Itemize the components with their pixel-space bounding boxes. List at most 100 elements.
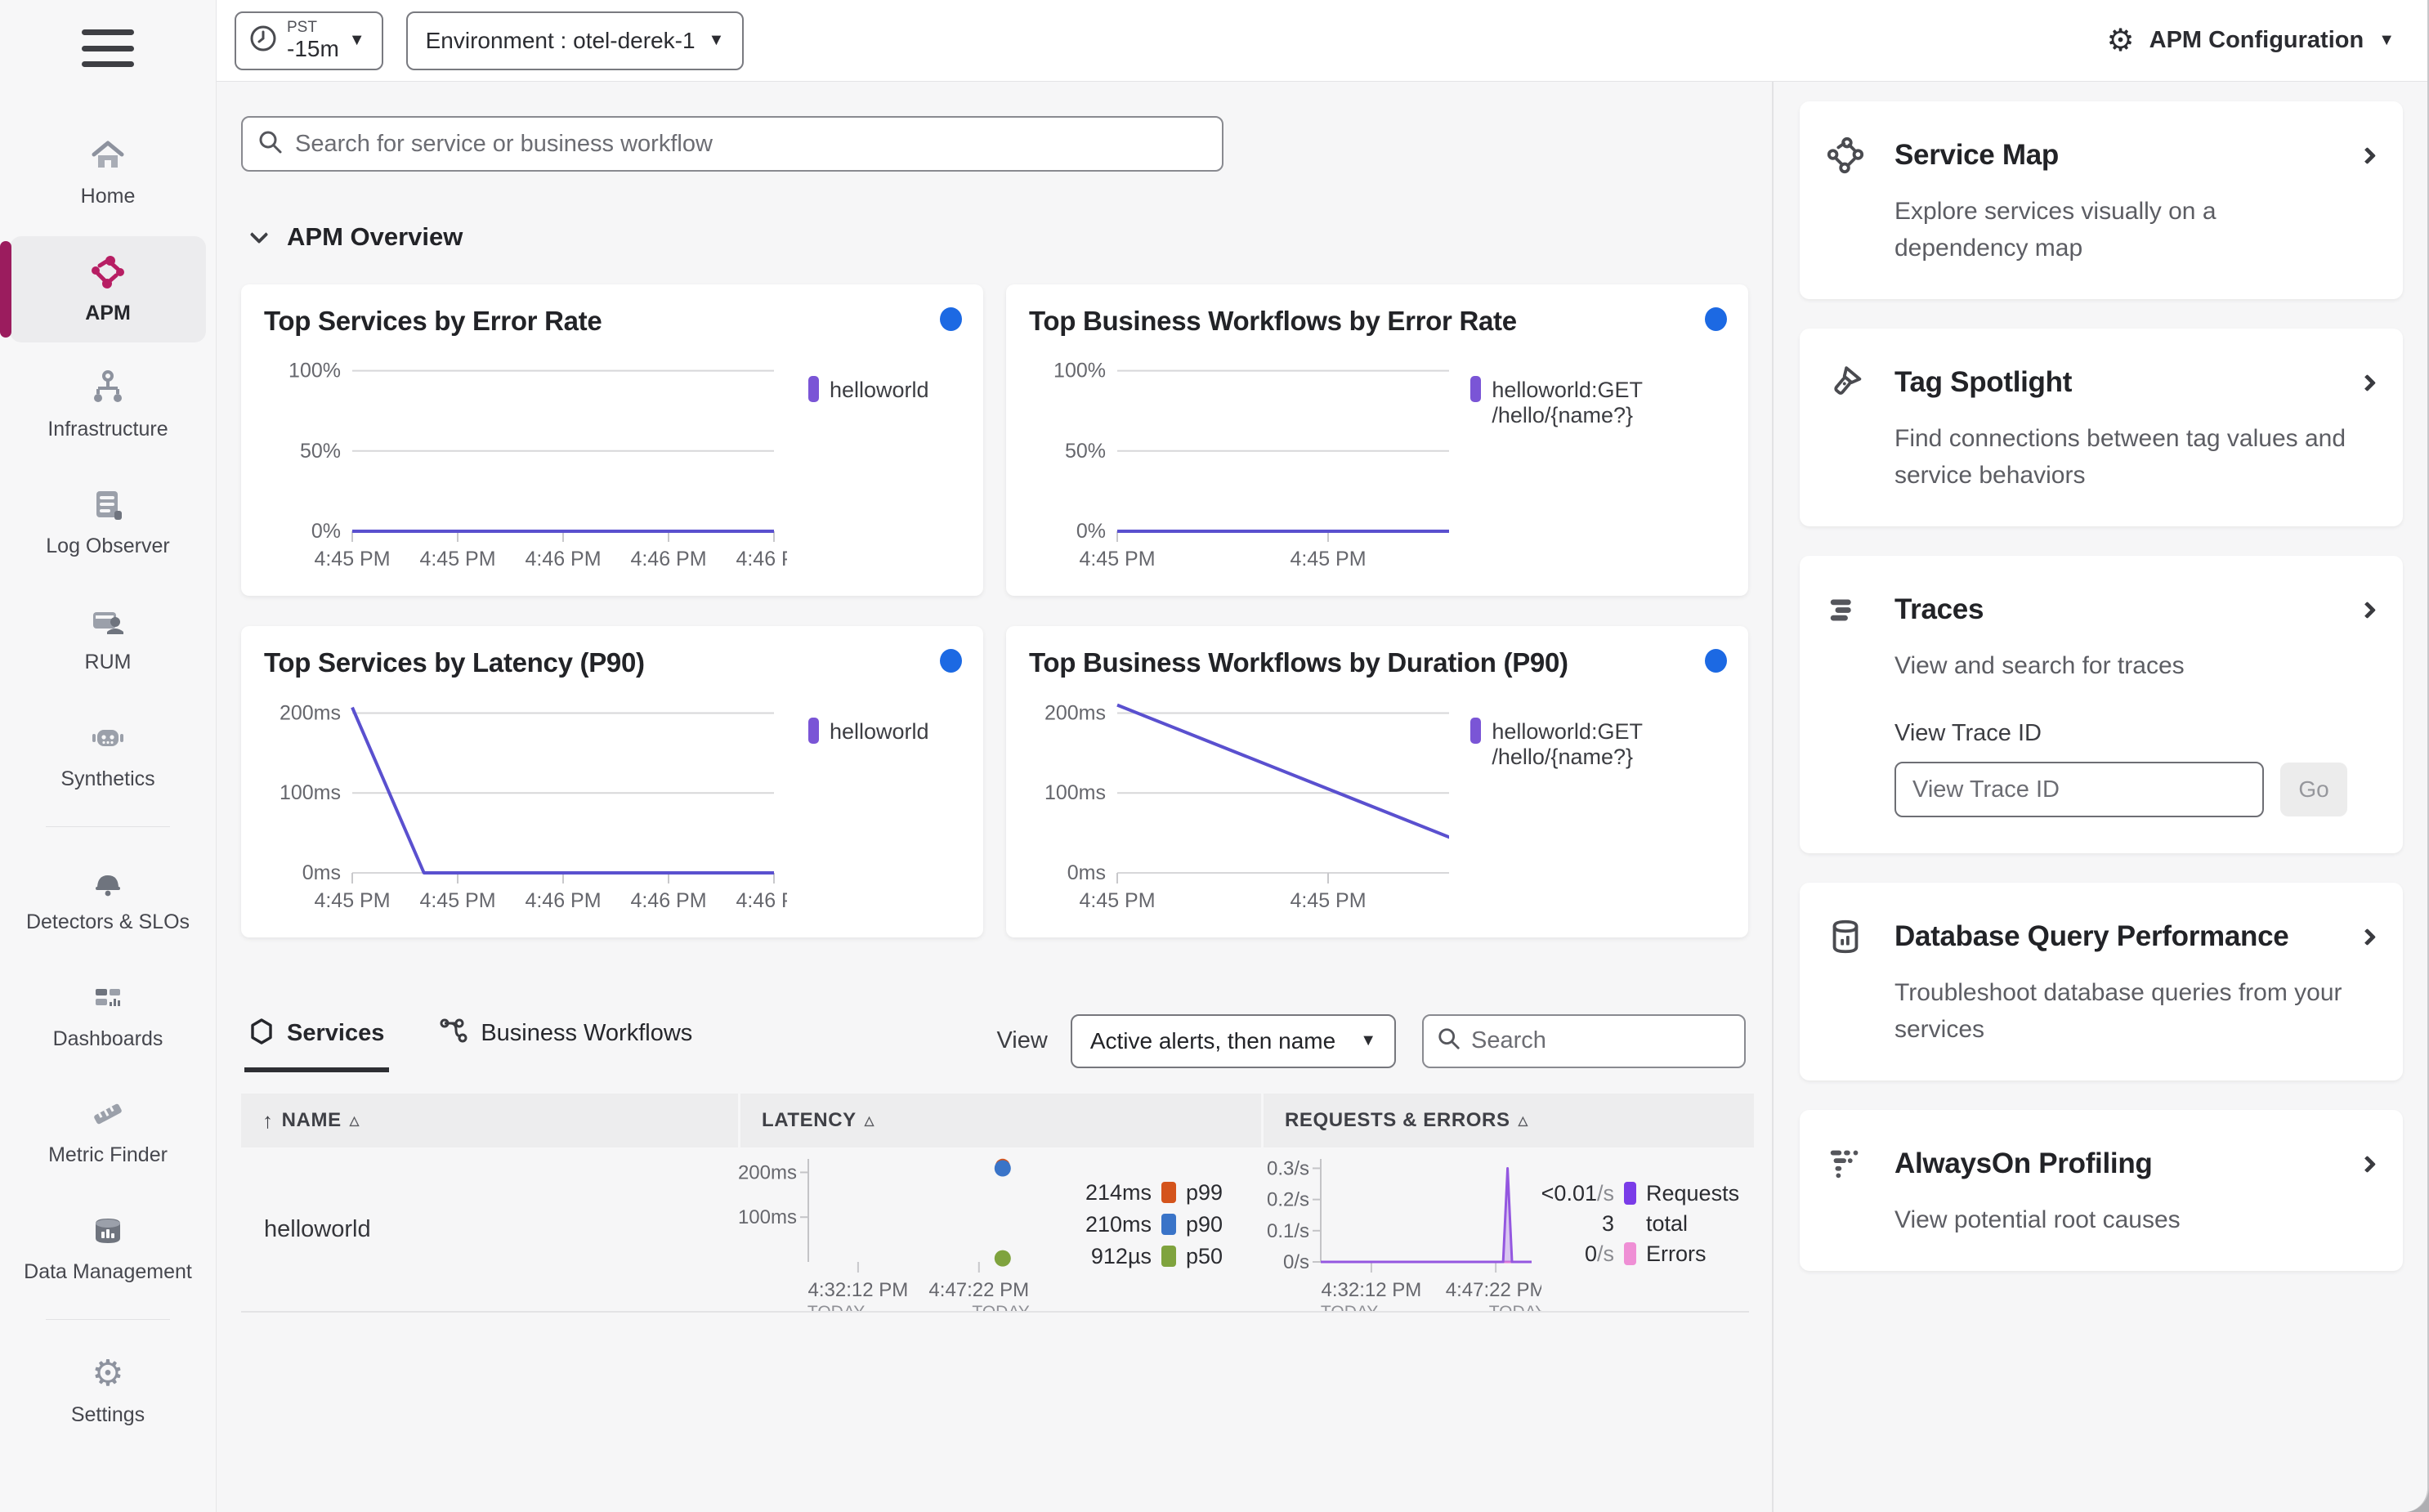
svg-text:200ms: 200ms bbox=[280, 701, 341, 724]
chart-legend: helloworld:GET /hello/{name?} bbox=[1470, 718, 1727, 924]
sidebar-item-settings[interactable]: ⚙ Settings bbox=[10, 1338, 206, 1445]
rum-icon bbox=[88, 602, 127, 641]
svg-text:100ms: 100ms bbox=[738, 1206, 797, 1228]
svg-text:4:45 PM: 4:45 PM bbox=[1079, 889, 1155, 912]
card-description: View and search for traces bbox=[1894, 652, 2185, 679]
sidebar-item-label: Settings bbox=[70, 1403, 145, 1426]
card-database-query-performance[interactable]: Database Query Performance Troubleshoot … bbox=[1800, 883, 2403, 1080]
home-icon bbox=[88, 136, 127, 175]
svg-text:4:45 PM: 4:45 PM bbox=[1290, 548, 1366, 570]
errors-swatch bbox=[1624, 1242, 1636, 1265]
legend-label: helloworld bbox=[830, 719, 929, 744]
svg-text:0.1/s: 0.1/s bbox=[1267, 1220, 1309, 1242]
time-range-value: -15m bbox=[287, 35, 339, 61]
sidebar-item-rum[interactable]: RUM bbox=[10, 585, 206, 692]
gear-icon: ⚙ bbox=[2106, 24, 2135, 58]
sidebar-item-data-management[interactable]: Data Management bbox=[10, 1195, 206, 1302]
services-toolbar: Services Business Workflows View Active … bbox=[241, 1009, 1779, 1072]
svg-text:4:32:12 PM: 4:32:12 PM bbox=[1322, 1279, 1422, 1301]
sidebar-item-metric-finder[interactable]: Metric Finder bbox=[10, 1078, 206, 1185]
sidebar-item-log-observer[interactable]: Log Observer bbox=[10, 469, 206, 576]
card-service-map[interactable]: Service Map Explore services visually on… bbox=[1800, 101, 2403, 299]
tab-business-workflows[interactable]: Business Workflows bbox=[435, 1010, 697, 1071]
chevron-down-icon: ▼ bbox=[708, 31, 725, 49]
sidebar-item-dashboards[interactable]: Dashboards bbox=[10, 962, 206, 1069]
card-traces[interactable]: Traces View and search for traces View T… bbox=[1800, 556, 2403, 853]
trace-id-label: View Trace ID bbox=[1894, 720, 2042, 746]
service-map-icon bbox=[1826, 136, 1865, 175]
service-search-box[interactable] bbox=[241, 116, 1223, 172]
service-search-input[interactable] bbox=[295, 130, 1207, 158]
error-rate-chart: 100%50%0%4:45 PM4:45 PM4:45 PM bbox=[1053, 360, 1450, 570]
latency-cell: 200ms 100ms 4:32:12 PM TODAY 4:47:22 PM TODAY… bbox=[738, 1147, 1259, 1311]
svg-text:200ms: 200ms bbox=[1045, 701, 1106, 724]
chevron-right-icon bbox=[2358, 928, 2377, 946]
svg-text:100ms: 100ms bbox=[280, 781, 341, 804]
apm-icon bbox=[88, 253, 127, 292]
time-range-picker[interactable]: PST -15m ▼ bbox=[235, 11, 383, 70]
latency-percentiles: 214ms p99 210ms p90 912µs p50 bbox=[1085, 1179, 1223, 1268]
sidebar-item-detectors-slos[interactable]: Detectors & SLOs bbox=[10, 845, 206, 952]
svg-text:4:47:22 PM: 4:47:22 PM bbox=[1446, 1279, 1541, 1301]
svg-text:4:45 PM: 4:45 PM bbox=[1290, 889, 1366, 912]
search-icon bbox=[257, 129, 284, 159]
tab-services[interactable]: Services bbox=[244, 1009, 390, 1072]
search-icon bbox=[1437, 1027, 1461, 1055]
go-button[interactable]: Go bbox=[2280, 763, 2347, 816]
legend-swatch bbox=[808, 376, 819, 402]
status-dot[interactable] bbox=[940, 649, 962, 673]
sidebar-divider bbox=[46, 826, 170, 827]
table-row[interactable]: helloworld 200ms 100ms 4:32:12 PM TODAY 4:47… bbox=[241, 1147, 1749, 1313]
chevron-right-icon bbox=[2358, 146, 2377, 164]
environment-dropdown[interactable]: Environment : otel-derek-1 ▼ bbox=[405, 11, 745, 70]
column-header-name[interactable]: ↑ NAME △ bbox=[241, 1094, 738, 1147]
service-icon bbox=[249, 1018, 274, 1049]
sidebar-item-synthetics[interactable]: Synthetics bbox=[10, 702, 206, 809]
apm-configuration-label: APM Configuration bbox=[2149, 27, 2364, 53]
sidebar-item-label: Home bbox=[80, 185, 136, 208]
chart-legend: helloworld bbox=[808, 718, 929, 924]
sidebar: Home APM Infrastructure Log Observer RUM bbox=[0, 0, 217, 1512]
card-description: Find connections between tag values and … bbox=[1894, 425, 2346, 489]
svg-text:4:46 PM: 4:46 PM bbox=[630, 889, 706, 912]
column-header-requests-errors[interactable]: REQUESTS & ERRORS △ bbox=[1264, 1094, 1754, 1147]
status-dot[interactable] bbox=[1705, 307, 1727, 331]
sidebar-item-infrastructure[interactable]: Infrastructure bbox=[10, 352, 206, 459]
chart-card-workflows-duration: Top Business Workflows by Duration (P90)… bbox=[1006, 626, 1748, 937]
chart-card-services-error-rate: Top Services by Error Rate 100% 50% 0% 4:45… bbox=[241, 284, 983, 596]
svg-text:4:46 PM: 4:46 PM bbox=[525, 548, 601, 570]
svg-text:0ms: 0ms bbox=[302, 861, 341, 884]
view-sort-dropdown[interactable]: Active alerts, then name ▼ bbox=[1070, 1013, 1396, 1068]
table-search-box[interactable] bbox=[1422, 1013, 1779, 1068]
chevron-right-icon bbox=[2358, 601, 2377, 619]
service-name[interactable]: helloworld bbox=[241, 1147, 738, 1311]
services-table: ↑ NAME △ LATENCY △ REQUESTS & ERRORS △ h… bbox=[241, 1094, 1754, 1313]
card-title: AlwaysOn Profiling bbox=[1894, 1147, 2153, 1179]
svg-text:200ms: 200ms bbox=[738, 1161, 797, 1183]
svg-text:4:47:22 PM: 4:47:22 PM bbox=[928, 1279, 1029, 1301]
apm-configuration-menu[interactable]: ⚙ APM Configuration ▼ bbox=[2107, 22, 2395, 59]
latency-chart: 200ms 100ms 0ms 4:45 PM 4:45 PM 4:46 PM 4:46 P… bbox=[280, 701, 787, 912]
column-header-latency[interactable]: LATENCY △ bbox=[740, 1094, 1261, 1147]
status-dot[interactable] bbox=[1705, 649, 1727, 673]
overview-charts-grid: Top Services by Error Rate 100% 50% 0% 4:45… bbox=[241, 284, 1749, 937]
sidebar-item-home[interactable]: Home bbox=[10, 119, 206, 226]
card-title: Service Map bbox=[1894, 139, 2059, 171]
database-icon bbox=[1826, 917, 1865, 956]
sidebar-item-label: Infrastructure bbox=[47, 418, 168, 441]
traces-icon bbox=[1826, 590, 1865, 629]
sidebar-item-label: Detectors & SLOs bbox=[25, 910, 190, 933]
chart-card-workflows-error-rate: Top Business Workflows by Error Rate 100… bbox=[1006, 284, 1748, 596]
trace-id-input[interactable] bbox=[1894, 762, 2264, 817]
requests-swatch bbox=[1624, 1182, 1636, 1205]
sidebar-item-apm[interactable]: APM bbox=[0, 235, 206, 342]
table-search-input[interactable] bbox=[1471, 1027, 1779, 1054]
status-dot[interactable] bbox=[940, 307, 962, 331]
svg-text:100ms: 100ms bbox=[1045, 781, 1106, 804]
card-alwayson-profiling[interactable]: AlwaysOn Profiling View potential root c… bbox=[1800, 1110, 2403, 1271]
card-tag-spotlight[interactable]: Tag Spotlight Find connections between t… bbox=[1800, 329, 2403, 526]
apm-overview-section-toggle[interactable]: APM Overview bbox=[249, 222, 1749, 252]
p90-swatch bbox=[1161, 1214, 1176, 1235]
hamburger-menu-icon[interactable] bbox=[82, 29, 134, 67]
chevron-down-icon bbox=[249, 225, 269, 244]
